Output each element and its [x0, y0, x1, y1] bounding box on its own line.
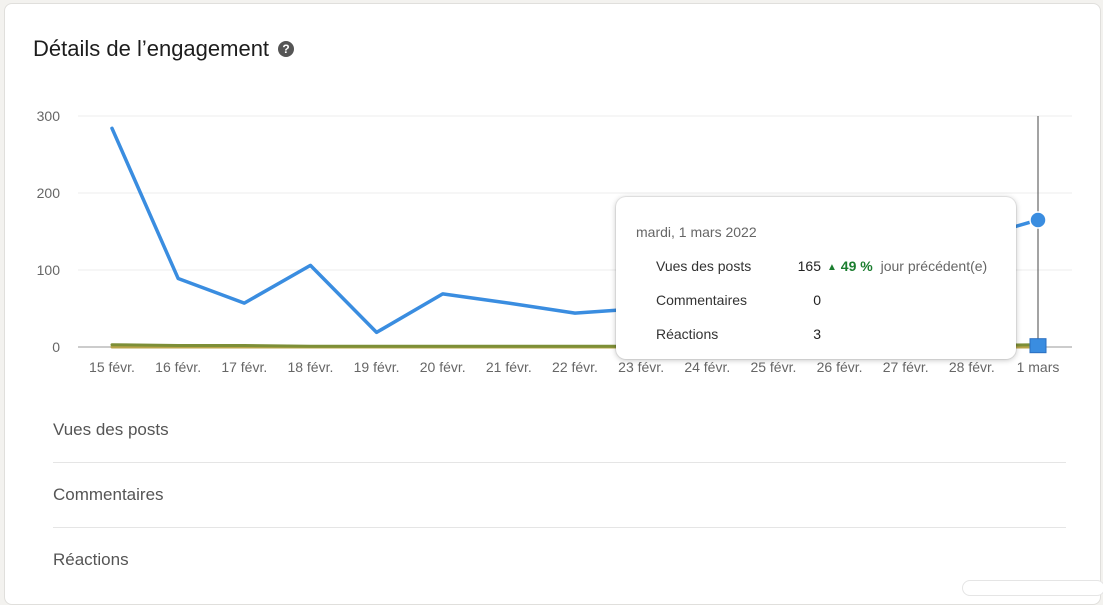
hover-indicator	[1029, 116, 1047, 354]
y-axis: 0 100 200 300	[37, 108, 61, 355]
tooltip-row-comments: Commentaires 0	[656, 292, 1016, 312]
x-tick-label: 26 févr.	[817, 359, 863, 375]
tooltip-change: ▲ 49 % jour précédent(e)	[827, 258, 987, 274]
y-tick-label: 300	[37, 108, 61, 124]
x-tick-label: 18 févr.	[287, 359, 333, 375]
metric-item-reactions[interactable]: Réactions	[53, 528, 1066, 592]
x-axis: 15 févr. 16 févr. 17 févr. 18 févr. 19 févr.…	[89, 359, 1059, 375]
y-tick-label: 100	[37, 262, 61, 278]
x-tick-label: 20 févr.	[420, 359, 466, 375]
tooltip-change-percent: 49 %	[840, 258, 873, 274]
x-tick-label: 16 févr.	[155, 359, 201, 375]
tooltip-label: Réactions	[656, 326, 719, 342]
tooltip-date: mardi, 1 mars 2022	[636, 224, 757, 240]
hover-point-reactions	[1029, 338, 1047, 354]
tooltip-row-reactions: Réactions 3	[656, 326, 1016, 346]
x-tick-label: 24 févr.	[684, 359, 730, 375]
metric-list: Vues des posts Commentaires Réactions	[53, 398, 1066, 592]
tooltip-value: 165	[797, 258, 821, 274]
x-tick-label: 15 févr.	[89, 359, 135, 375]
x-tick-label: 1 mars	[1017, 359, 1060, 375]
hover-point-views	[1029, 211, 1047, 229]
x-tick-label: 17 févr.	[221, 359, 267, 375]
metric-label: Vues des posts	[53, 420, 169, 439]
tooltip-row-views: Vues des posts 165 ▲ 49 % jour précédent…	[656, 258, 1016, 278]
x-tick-label: 27 févr.	[883, 359, 929, 375]
y-tick-label: 0	[52, 339, 60, 355]
floating-panel-edge	[962, 580, 1103, 596]
tooltip-value: 3	[813, 326, 821, 342]
x-tick-label: 23 févr.	[618, 359, 664, 375]
tooltip-label: Vues des posts	[656, 258, 752, 274]
x-tick-label: 19 févr.	[354, 359, 400, 375]
tooltip-value: 0	[813, 292, 821, 308]
y-tick-label: 200	[37, 185, 61, 201]
x-tick-label: 25 févr.	[750, 359, 796, 375]
metric-label: Réactions	[53, 550, 129, 569]
x-tick-label: 21 févr.	[486, 359, 532, 375]
metric-item-comments[interactable]: Commentaires	[53, 463, 1066, 528]
metric-label: Commentaires	[53, 485, 164, 504]
arrow-up-icon: ▲	[827, 262, 837, 273]
chart-tooltip: mardi, 1 mars 2022 Vues des posts 165 ▲ …	[616, 197, 1016, 359]
metric-item-views[interactable]: Vues des posts	[53, 398, 1066, 463]
tooltip-change-suffix: jour précédent(e)	[880, 258, 988, 274]
tooltip-label: Commentaires	[656, 292, 748, 308]
x-tick-label: 22 févr.	[552, 359, 598, 375]
x-tick-label: 28 févr.	[949, 359, 995, 375]
